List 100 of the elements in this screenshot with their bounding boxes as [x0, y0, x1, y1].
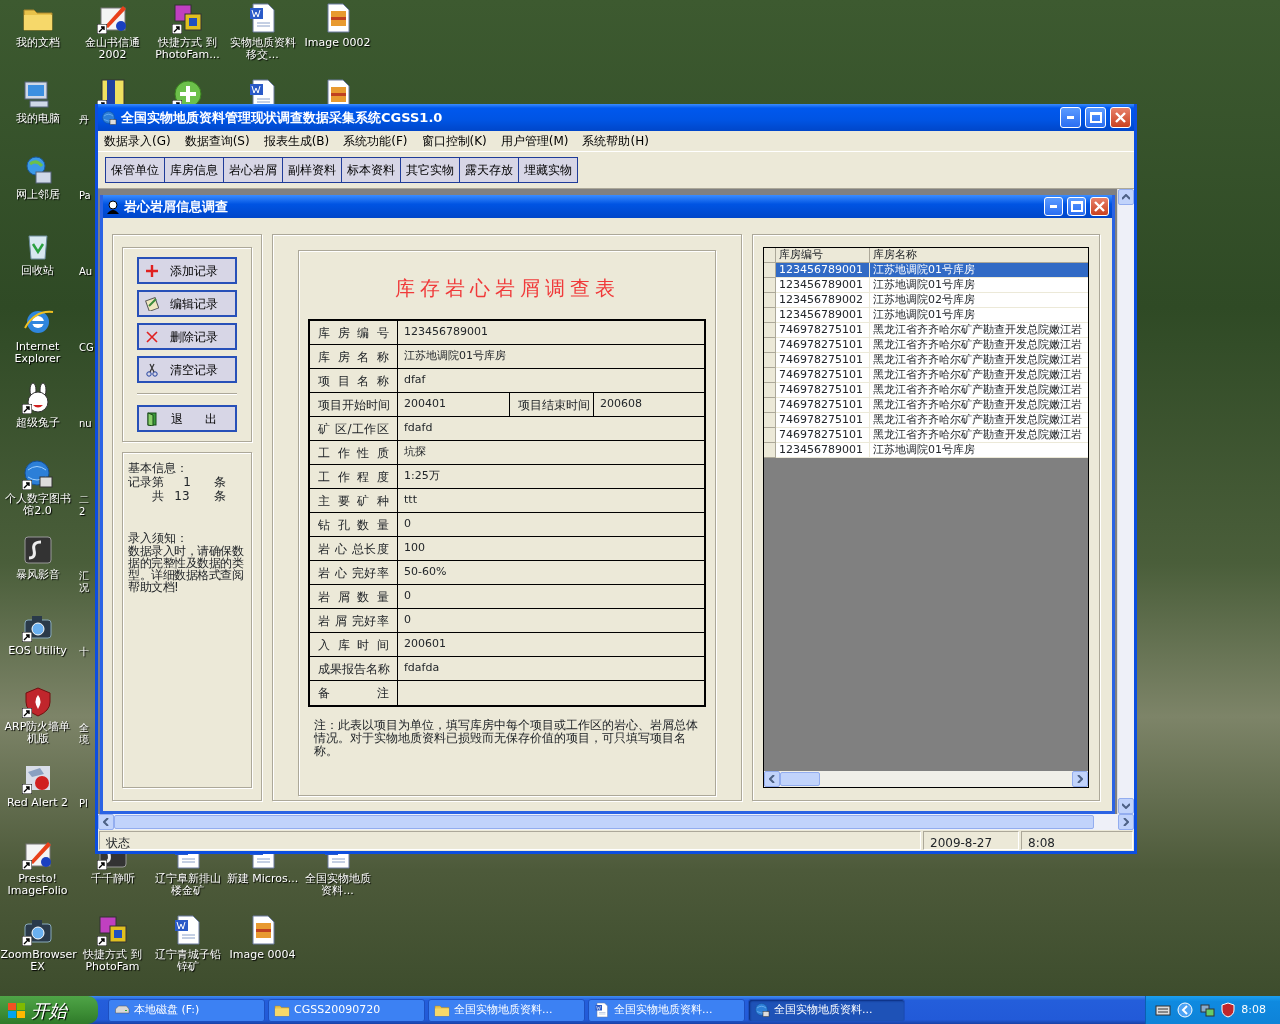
keyboard-icon[interactable]	[1155, 1004, 1172, 1016]
input-field[interactable]: ttt	[398, 489, 704, 512]
icon-label[interactable]: CG	[79, 342, 95, 354]
table-row[interactable]: 746978275101 黑龙江省齐齐哈尔矿产勘查开发总院嫩江岩	[764, 323, 1088, 338]
icon-label[interactable]: 回收站	[21, 265, 54, 277]
icon-label[interactable]: 辽宁阜新排山楼金矿	[150, 873, 225, 897]
menu-item[interactable]: 数据录入(G)	[104, 132, 171, 150]
start-button[interactable]: 开始	[0, 996, 98, 1024]
maximize-button[interactable]	[1067, 197, 1086, 216]
icon-label[interactable]: 新建 Micros...	[226, 873, 299, 885]
taskbar-button[interactable]: 全国实物地质资料...	[748, 998, 905, 1022]
action-button[interactable]: 添加记录	[137, 257, 237, 284]
table-row[interactable]: 746978275101 黑龙江省齐齐哈尔矿产勘查开发总院嫩江岩	[764, 398, 1088, 413]
table-row[interactable]: 746978275101 黑龙江省齐齐哈尔矿产勘查开发总院嫩江岩	[764, 383, 1088, 398]
action-button[interactable]: 清空记录	[137, 356, 237, 383]
close-button[interactable]	[1090, 197, 1109, 216]
taskbar-button[interactable]: 全国实物地质资料...	[588, 998, 745, 1022]
horizontal-scrollbar[interactable]	[764, 771, 1088, 787]
icon-label[interactable]: Image 0002	[304, 37, 371, 49]
row-header[interactable]	[764, 323, 776, 338]
icon-label[interactable]: 个人数字图书馆2.0	[0, 493, 75, 517]
menu-item[interactable]: 窗口控制(K)	[421, 132, 487, 150]
input-field[interactable]: fdafd	[398, 417, 704, 440]
input-field[interactable]: fdafda	[398, 657, 704, 680]
icon-label[interactable]: Red Alert 2	[6, 797, 69, 809]
table-row[interactable]: 123456789001 江苏地调院01号库房	[764, 308, 1088, 323]
icon-label[interactable]: 快捷方式 到 PhotoFam...	[150, 37, 225, 61]
icon-label[interactable]: Internet Explorer	[0, 341, 75, 365]
input-field[interactable]: 江苏地调院01号库房	[398, 345, 704, 368]
network-icon[interactable]	[1199, 1002, 1216, 1018]
menu-item[interactable]: 数据查询(S)	[184, 132, 250, 150]
vertical-scrollbar[interactable]	[1117, 189, 1134, 814]
menu-item[interactable]: 用户管理(M)	[500, 132, 569, 150]
input-field[interactable]: 100	[398, 537, 704, 560]
input-field[interactable]: 0	[398, 609, 704, 632]
icon-label[interactable]: 二2	[79, 494, 95, 518]
table-row[interactable]: 123456789001 江苏地调院01号库房	[764, 443, 1088, 458]
toolbar-button[interactable]: 岩心岩屑	[224, 158, 283, 182]
input-field[interactable]: 1:25万	[398, 465, 704, 488]
icon-label[interactable]: Image 0004	[229, 949, 296, 961]
table-row[interactable]: 123456789001 江苏地调院01号库房	[764, 263, 1088, 278]
icon-label[interactable]: 全国实物地质资料...	[300, 873, 375, 897]
toolbar-button[interactable]: 副样资料	[283, 158, 342, 182]
icon-label[interactable]: 暴风影音	[15, 569, 60, 581]
taskbar-button[interactable]: 本地磁盘 (F:)	[108, 998, 265, 1022]
row-header[interactable]	[764, 353, 776, 368]
action-button[interactable]: 删除记录	[137, 323, 237, 350]
column-header[interactable]: 库房名称	[870, 248, 1088, 263]
row-header[interactable]	[764, 368, 776, 383]
input-field[interactable]: dfaf	[398, 369, 704, 392]
table-row[interactable]: 746978275101 黑龙江省齐齐哈尔矿产勘查开发总院嫩江岩	[764, 368, 1088, 383]
icon-label[interactable]: 十	[79, 646, 95, 658]
toolbar-button[interactable]: 其它实物	[401, 158, 460, 182]
input-field[interactable]: 0	[398, 585, 704, 608]
action-button[interactable]: 退 出	[137, 405, 237, 432]
icon-label[interactable]: 汇况	[79, 570, 95, 594]
row-header[interactable]	[764, 398, 776, 413]
icon-label[interactable]: Au	[79, 266, 95, 278]
scrollbar-thumb[interactable]	[114, 815, 1094, 829]
row-header[interactable]	[764, 293, 776, 308]
icon-label[interactable]: 快捷方式 到 PhotoFam	[75, 949, 150, 973]
icon-label[interactable]: 我的文档	[15, 37, 60, 49]
row-header[interactable]	[764, 338, 776, 353]
maximize-button[interactable]	[1085, 107, 1106, 128]
horizontal-scrollbar[interactable]	[98, 814, 1134, 830]
menu-item[interactable]: 系统帮助(H)	[582, 132, 649, 150]
icon-label[interactable]: 千千静听	[90, 873, 135, 885]
row-header[interactable]	[764, 443, 776, 458]
icon-label[interactable]: Presto! ImageFolio	[0, 873, 75, 897]
input-field[interactable]: 坑探	[398, 441, 704, 464]
table-row[interactable]: 746978275101 黑龙江省齐齐哈尔矿产勘查开发总院嫩江岩	[764, 428, 1088, 443]
shield-icon[interactable]	[1221, 1002, 1236, 1018]
table-row[interactable]: 746978275101 黑龙江省齐齐哈尔矿产勘查开发总院嫩江岩	[764, 353, 1088, 368]
icon-label[interactable]: EOS Utility	[8, 645, 67, 657]
icon-label[interactable]: 辽宁青城子铅锌矿	[150, 949, 225, 973]
input-field[interactable]: 200401	[398, 393, 510, 416]
table-row[interactable]: 746978275101 黑龙江省齐齐哈尔矿产勘查开发总院嫩江岩	[764, 338, 1088, 353]
icon-label[interactable]: 金山书信通 2002	[75, 37, 150, 61]
icon-label[interactable]: 网上邻居	[15, 189, 60, 201]
action-button[interactable]: 编辑记录	[137, 290, 237, 317]
toolbar-button[interactable]: 库房信息	[165, 158, 224, 182]
taskbar-button[interactable]: CGSS20090720	[268, 998, 425, 1022]
icon-label[interactable]: 丹	[79, 114, 95, 126]
minimize-button[interactable]	[1044, 197, 1063, 216]
icon-label[interactable]: ARP防火墙单机版	[0, 721, 75, 745]
row-header[interactable]	[764, 308, 776, 323]
icon-label[interactable]: 全境	[79, 722, 95, 746]
input-field[interactable]: 0	[398, 513, 704, 536]
toolbar-button[interactable]: 标本资料	[342, 158, 401, 182]
icon-label[interactable]: ZoomBrowser EX	[0, 949, 75, 973]
table-row[interactable]: 123456789001 江苏地调院01号库房	[764, 278, 1088, 293]
icon-label[interactable]: 实物地质资料移交...	[225, 37, 300, 61]
icon-label[interactable]: 我的电脑	[15, 113, 60, 125]
icon-label[interactable]: Pa	[79, 190, 95, 202]
input-field[interactable]: 123456789001	[398, 321, 704, 344]
column-header[interactable]: 库房编号	[776, 248, 870, 263]
icon-label[interactable]: Pl	[79, 798, 95, 810]
row-header[interactable]	[764, 428, 776, 443]
input-field[interactable]: 50-60%	[398, 561, 704, 584]
close-button[interactable]	[1110, 107, 1131, 128]
